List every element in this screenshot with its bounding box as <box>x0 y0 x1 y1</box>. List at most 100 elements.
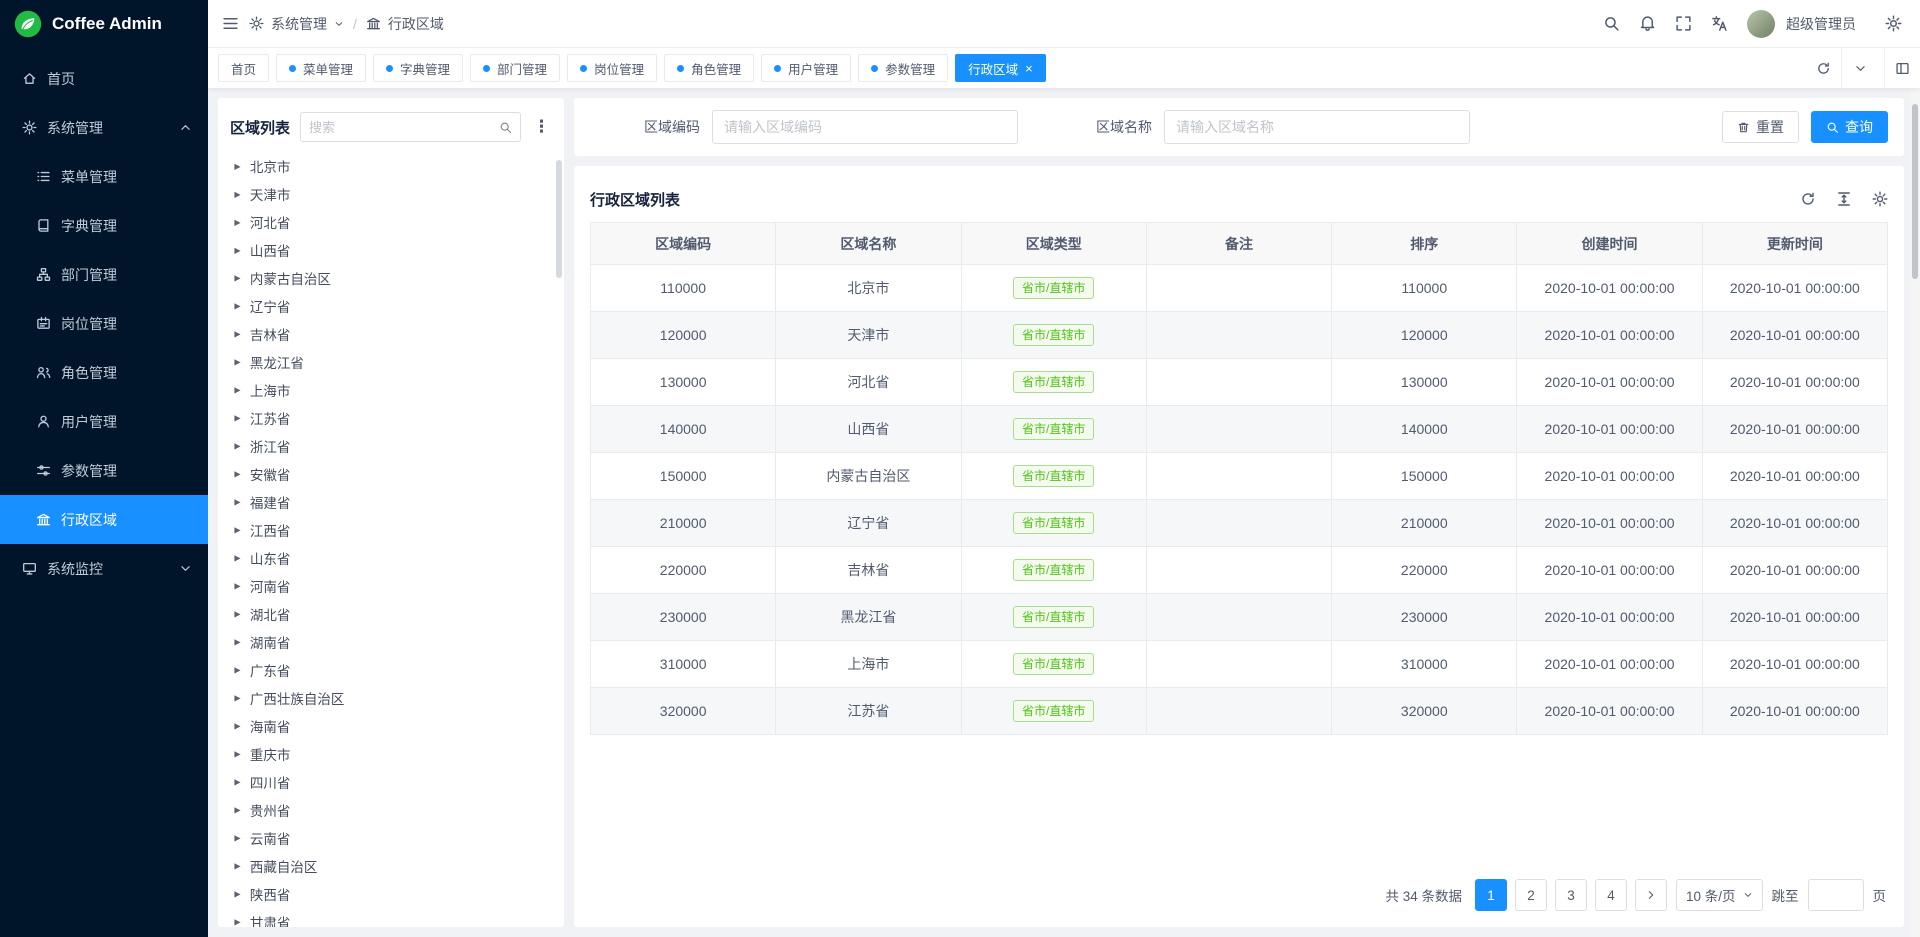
tree-item[interactable]: ▶陕西省 <box>230 880 552 908</box>
tree-item[interactable]: ▶黑龙江省 <box>230 348 552 376</box>
tree-item[interactable]: ▶江苏省 <box>230 404 552 432</box>
page-button-3[interactable]: 3 <box>1555 879 1587 911</box>
tree-item[interactable]: ▶贵州省 <box>230 796 552 824</box>
sidebar-item-system-monitor[interactable]: 系统监控 <box>0 544 208 593</box>
caret-right-icon[interactable]: ▶ <box>234 469 240 479</box>
region-code-input[interactable] <box>712 110 1018 144</box>
caret-right-icon[interactable]: ▶ <box>234 329 240 339</box>
settings-gear-icon[interactable] <box>1885 15 1902 32</box>
sidebar-collapse-icon[interactable] <box>222 15 239 32</box>
caret-right-icon[interactable]: ▶ <box>234 917 240 927</box>
tree-item[interactable]: ▶浙江省 <box>230 432 552 460</box>
tree-item[interactable]: ▶内蒙古自治区 <box>230 264 552 292</box>
page-scrollbar[interactable] <box>1910 88 1920 937</box>
tree-search-input[interactable] <box>309 120 493 135</box>
table-settings-gear-icon[interactable] <box>1872 191 1888 207</box>
layout-toggle-button[interactable] <box>1884 48 1920 88</box>
caret-right-icon[interactable]: ▶ <box>234 161 240 171</box>
tree-item[interactable]: ▶广西壮族自治区 <box>230 684 552 712</box>
tree-item[interactable]: ▶四川省 <box>230 768 552 796</box>
tab-dept-management[interactable]: 部门管理 <box>470 54 560 82</box>
close-icon[interactable]: × <box>1025 62 1033 75</box>
caret-right-icon[interactable]: ▶ <box>234 805 240 815</box>
tree-scrollbar-thumb[interactable] <box>556 160 562 278</box>
tree-item[interactable]: ▶吉林省 <box>230 320 552 348</box>
breadcrumb-item-system[interactable]: 系统管理 <box>271 14 327 34</box>
tree-item[interactable]: ▶天津市 <box>230 180 552 208</box>
user-name[interactable]: 超级管理员 <box>1786 14 1856 34</box>
caret-right-icon[interactable]: ▶ <box>234 581 240 591</box>
sidebar-item-param-management[interactable]: 参数管理 <box>0 446 208 495</box>
sidebar-item-home[interactable]: 首页 <box>0 54 208 103</box>
tree-item[interactable]: ▶甘肃省 <box>230 908 552 927</box>
tree-item[interactable]: ▶江西省 <box>230 516 552 544</box>
sidebar-item-dept-management[interactable]: 部门管理 <box>0 250 208 299</box>
caret-right-icon[interactable]: ▶ <box>234 693 240 703</box>
tree-scrollbar[interactable] <box>556 152 562 921</box>
page-button-2[interactable]: 2 <box>1515 879 1547 911</box>
caret-right-icon[interactable]: ▶ <box>234 833 240 843</box>
caret-right-icon[interactable]: ▶ <box>234 217 240 227</box>
tree-item[interactable]: ▶安徽省 <box>230 460 552 488</box>
search-icon[interactable] <box>1603 15 1620 32</box>
tree-item[interactable]: ▶山西省 <box>230 236 552 264</box>
page-size-select[interactable]: 10 条/页 <box>1676 879 1763 911</box>
caret-right-icon[interactable]: ▶ <box>234 189 240 199</box>
tree-item[interactable]: ▶湖南省 <box>230 628 552 656</box>
caret-right-icon[interactable]: ▶ <box>234 861 240 871</box>
caret-right-icon[interactable]: ▶ <box>234 441 240 451</box>
sidebar-item-dict-management[interactable]: 字典管理 <box>0 201 208 250</box>
caret-right-icon[interactable]: ▶ <box>234 385 240 395</box>
tree-item[interactable]: ▶重庆市 <box>230 740 552 768</box>
caret-right-icon[interactable]: ▶ <box>234 721 240 731</box>
caret-right-icon[interactable]: ▶ <box>234 553 240 563</box>
next-page-button[interactable] <box>1635 879 1667 911</box>
tab-admin-region[interactable]: 行政区域× <box>955 54 1046 82</box>
jump-page-input[interactable] <box>1808 879 1864 911</box>
tree-item[interactable]: ▶上海市 <box>230 376 552 404</box>
sidebar-item-role-management[interactable]: 角色管理 <box>0 348 208 397</box>
caret-right-icon[interactable]: ▶ <box>234 497 240 507</box>
search-icon[interactable] <box>499 121 512 134</box>
tab-role-management[interactable]: 角色管理 <box>664 54 754 82</box>
sidebar-item-admin-region[interactable]: 行政区域 <box>0 495 208 544</box>
refresh-tab-button[interactable] <box>1805 48 1841 88</box>
caret-right-icon[interactable]: ▶ <box>234 273 240 283</box>
page-button-1[interactable]: 1 <box>1475 879 1507 911</box>
column-height-icon[interactable] <box>1836 191 1852 207</box>
tree-item[interactable]: ▶海南省 <box>230 712 552 740</box>
tab-param-management[interactable]: 参数管理 <box>858 54 948 82</box>
refresh-icon[interactable] <box>1800 191 1816 207</box>
caret-right-icon[interactable]: ▶ <box>234 665 240 675</box>
tree-item[interactable]: ▶广东省 <box>230 656 552 684</box>
tab-menu-management[interactable]: 菜单管理 <box>276 54 366 82</box>
tree-item[interactable]: ▶山东省 <box>230 544 552 572</box>
bell-icon[interactable] <box>1639 15 1656 32</box>
tab-home[interactable]: 首页 <box>218 54 269 82</box>
reset-button[interactable]: 重置 <box>1722 111 1799 143</box>
caret-right-icon[interactable]: ▶ <box>234 245 240 255</box>
tab-post-management[interactable]: 岗位管理 <box>567 54 657 82</box>
tree-item[interactable]: ▶云南省 <box>230 824 552 852</box>
tree-item[interactable]: ▶北京市 <box>230 152 552 180</box>
caret-right-icon[interactable]: ▶ <box>234 777 240 787</box>
caret-right-icon[interactable]: ▶ <box>234 749 240 759</box>
caret-right-icon[interactable]: ▶ <box>234 889 240 899</box>
sidebar-item-system-management[interactable]: 系统管理 <box>0 103 208 152</box>
caret-right-icon[interactable]: ▶ <box>234 525 240 535</box>
sidebar-item-user-management[interactable]: 用户管理 <box>0 397 208 446</box>
avatar[interactable] <box>1747 10 1775 38</box>
app-logo[interactable]: Coffee Admin <box>0 0 208 48</box>
sidebar-item-menu-management[interactable]: 菜单管理 <box>0 152 208 201</box>
tab-user-management[interactable]: 用户管理 <box>761 54 851 82</box>
fullscreen-icon[interactable] <box>1675 15 1692 32</box>
query-button[interactable]: 查询 <box>1811 111 1888 143</box>
tree-item[interactable]: ▶河北省 <box>230 208 552 236</box>
tab-dict-management[interactable]: 字典管理 <box>373 54 463 82</box>
tree-item[interactable]: ▶辽宁省 <box>230 292 552 320</box>
tree-item[interactable]: ▶湖北省 <box>230 600 552 628</box>
page-scrollbar-thumb[interactable] <box>1912 104 1918 279</box>
region-name-input[interactable] <box>1164 110 1470 144</box>
page-button-4[interactable]: 4 <box>1595 879 1627 911</box>
caret-right-icon[interactable]: ▶ <box>234 413 240 423</box>
